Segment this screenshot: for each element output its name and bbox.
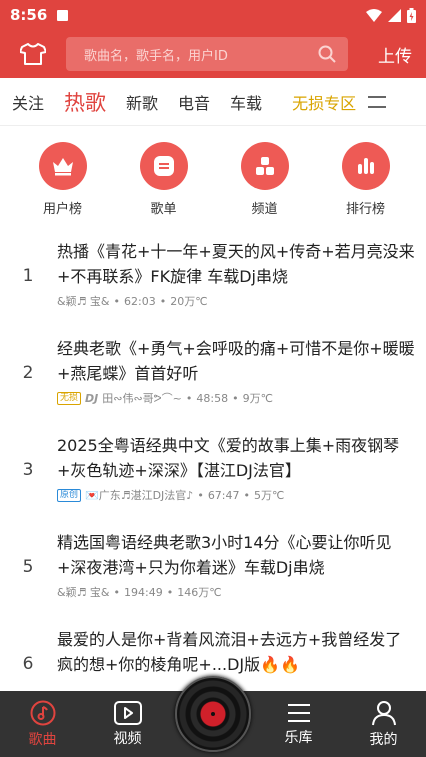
- dot-separator: •: [243, 488, 251, 502]
- nav-label: 歌曲: [28, 731, 57, 748]
- category-shortcuts: 用户榜 歌单 频道 排行榜: [0, 142, 426, 217]
- song-title[interactable]: 经典老歌《+勇气+会呼吸的痛+可惜不是你+暖暖+燕尾蝶》首首好听: [57, 336, 417, 386]
- tab-follow[interactable]: 关注: [12, 90, 44, 114]
- song-rank: 5: [22, 557, 34, 577]
- upload-button[interactable]: 上传: [364, 42, 426, 67]
- dot-separator: •: [159, 294, 167, 308]
- song-duration: 48:58: [196, 391, 229, 405]
- user-icon: [371, 700, 396, 725]
- more-tabs-icon[interactable]: [368, 95, 387, 108]
- status-bar: 8:56: [0, 0, 426, 30]
- dot-separator: •: [113, 294, 121, 308]
- song-row[interactable]: 1 热播《青花+十一年+夏天的风+传奇+若月亮没来+不再联系》FK旋律 车载Dj…: [0, 232, 426, 329]
- crown-icon: [38, 142, 87, 190]
- music-note-icon: [30, 700, 55, 725]
- song-popularity: 20万℃: [170, 295, 208, 308]
- song-meta: &颖♬ 宝& • 62:03 • 20万℃: [57, 293, 208, 309]
- song-row[interactable]: 3 2025全粤语经典中文《爱的故事上集+雨夜钢琴+灰色轨迹+深深》【湛江DJ法…: [0, 426, 426, 523]
- song-rank: 3: [22, 460, 34, 480]
- dot-separator: •: [185, 391, 193, 405]
- category-channel[interactable]: 频道: [214, 142, 315, 217]
- category-ranking[interactable]: 排行榜: [315, 142, 416, 217]
- app-bar: 歌曲名，歌手名，用户ID 上传: [0, 30, 426, 78]
- tab-new[interactable]: 新歌: [126, 90, 158, 114]
- song-list: 1 热播《青花+十一年+夏天的风+传奇+若月亮没来+不再联系》FK旋律 车载Dj…: [0, 232, 426, 717]
- dot-separator: •: [166, 585, 174, 599]
- nav-video[interactable]: 视频: [85, 691, 170, 757]
- category-label: 歌单: [150, 202, 177, 217]
- nav-mine[interactable]: 我的: [341, 691, 426, 757]
- wifi-icon: [366, 8, 382, 22]
- signal-icon: [388, 8, 401, 22]
- bottom-nav: 歌曲 视频 乐库 我的: [0, 676, 426, 757]
- playlist-icon: [139, 142, 188, 190]
- nav-library[interactable]: 乐库: [256, 691, 341, 757]
- song-popularity: 146万℃: [177, 586, 222, 599]
- status-icons: [366, 7, 416, 23]
- nav-label: 乐库: [284, 729, 313, 746]
- notification-icon: [57, 9, 69, 21]
- lossless-badge: 无损: [57, 391, 82, 405]
- dot-separator: •: [113, 585, 121, 599]
- song-popularity: 9万℃: [242, 392, 273, 405]
- chart-bars-icon: [341, 142, 390, 190]
- dot-separator: •: [197, 488, 204, 502]
- menu-list-icon: [287, 703, 310, 722]
- original-badge: 原创: [57, 488, 82, 502]
- category-playlist[interactable]: 歌单: [113, 142, 214, 217]
- song-rank: 2: [22, 363, 34, 383]
- song-title[interactable]: 最爱的人是你+背着风流泪+去远方+我曾经发了疯的想+你的棱角呢+...DJ版🔥🔥: [57, 627, 417, 677]
- song-duration: 62:03: [124, 294, 156, 308]
- dot-separator: •: [232, 391, 239, 405]
- song-uploader[interactable]: &颖♬ 宝&: [57, 293, 110, 309]
- dj-tag: DJ: [85, 391, 99, 405]
- song-row[interactable]: 5 精选国粤语经典老歌3小时14分《心要让你听见+深夜港湾+只为你着迷》车载Dj…: [0, 523, 426, 620]
- song-title[interactable]: 热播《青花+十一年+夏天的风+传奇+若月亮没来+不再联系》FK旋律 车载Dj串烧: [57, 239, 417, 289]
- tab-car[interactable]: 车载: [230, 90, 262, 114]
- search-placeholder: 歌曲名，歌手名，用户ID: [84, 48, 228, 64]
- category-user-rank[interactable]: 用户榜: [12, 142, 113, 217]
- song-meta: 无损 DJ 田∾伟∾哥ᕗ⌒~ • 48:58 • 9万℃: [57, 390, 273, 406]
- song-meta: &颖♬ 宝& • 194:49 • 146万℃: [57, 584, 222, 600]
- search-input[interactable]: 歌曲名，歌手名，用户ID: [66, 37, 348, 71]
- category-label: 用户榜: [42, 202, 82, 217]
- song-duration: 194:49: [124, 585, 163, 599]
- category-label: 频道: [251, 202, 278, 217]
- tab-lossless[interactable]: 无损专区: [292, 90, 356, 114]
- category-label: 排行榜: [345, 202, 385, 217]
- nav-label: 视频: [113, 730, 142, 747]
- tab-electronic[interactable]: 电音: [178, 90, 210, 114]
- skin-button[interactable]: [0, 30, 66, 78]
- song-title[interactable]: 精选国粤语经典老歌3小时14分《心要让你听见+深夜港湾+只为你着迷》车载Dj串烧: [57, 530, 417, 580]
- song-rank: 1: [22, 266, 34, 286]
- song-uploader[interactable]: 田∾伟∾哥ᕗ⌒~: [102, 390, 182, 406]
- vinyl-disc-icon[interactable]: [175, 676, 251, 752]
- song-title[interactable]: 2025全粤语经典中文《爱的故事上集+雨夜钢琴+灰色轨迹+深深》【湛江DJ法官】: [57, 433, 417, 483]
- player-disc[interactable]: [170, 676, 256, 757]
- song-rank: 6: [22, 654, 34, 674]
- channel-icon: [240, 142, 289, 190]
- status-time: 8:56: [10, 6, 48, 24]
- song-row[interactable]: 2 经典老歌《+勇气+会呼吸的痛+可惜不是你+暖暖+燕尾蝶》首首好听 无损 DJ…: [0, 329, 426, 426]
- video-icon: [113, 700, 142, 725]
- search-icon[interactable]: [318, 45, 336, 63]
- nav-songs[interactable]: 歌曲: [0, 691, 85, 757]
- battery-icon: [407, 7, 416, 23]
- song-uploader[interactable]: &颖♬ 宝&: [57, 584, 110, 600]
- song-duration: 67:47: [207, 488, 240, 502]
- tshirt-icon: [20, 43, 46, 65]
- nav-label: 我的: [369, 731, 398, 748]
- song-meta: 原创 💌广东♬湛江DJ法官♪ • 67:47 • 5万℃: [57, 487, 284, 503]
- tab-hot[interactable]: 热歌: [64, 87, 106, 117]
- song-popularity: 5万℃: [254, 489, 285, 502]
- song-uploader[interactable]: 💌广东♬湛江DJ法官♪: [85, 487, 193, 503]
- category-tabs: 关注 热歌 新歌 电音 车载 无损专区: [0, 78, 426, 126]
